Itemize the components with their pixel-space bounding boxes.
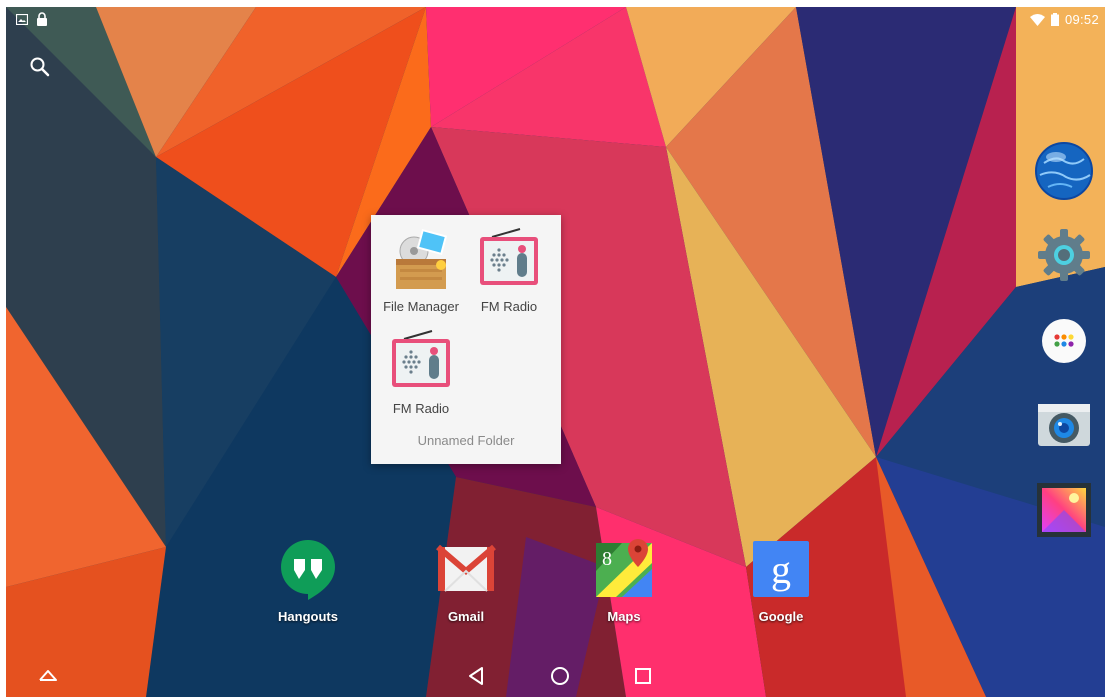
folder-popup: File Manager FM Radio FM Radio Unnamed F…: [371, 215, 561, 464]
folder-app-label: FM Radio: [480, 299, 538, 314]
home-icon: [551, 667, 569, 685]
folder-app-file-manager[interactable]: File Manager: [380, 227, 462, 314]
dock-app-label: Maps: [607, 609, 641, 624]
recents-icon: [635, 668, 651, 684]
nav-back-button[interactable]: [465, 665, 487, 687]
dock-app-hangouts[interactable]: Hangouts: [258, 537, 358, 624]
search-icon: [30, 57, 50, 77]
camera-icon: [1038, 404, 1090, 446]
rail-browser[interactable]: [1034, 141, 1094, 201]
home-screen: 09:52 File Manager FM Radio FM Radio Unn…: [6, 7, 1105, 697]
rail-settings[interactable]: [1034, 225, 1094, 285]
gmail-icon: [436, 544, 496, 592]
svg-text:g: g: [771, 547, 791, 592]
rail-camera[interactable]: [1034, 395, 1094, 455]
battery-icon: [1050, 13, 1059, 26]
dock-app-label: Gmail: [447, 609, 485, 624]
browser-globe-icon: [1035, 142, 1093, 200]
folder-name[interactable]: Unnamed Folder: [371, 433, 561, 448]
lock-icon: [37, 12, 47, 26]
file-manager-icon: [396, 228, 448, 289]
fm-radio-icon: [480, 228, 538, 285]
folder-app-label: FM Radio: [392, 401, 450, 416]
up-arrow-icon: [39, 670, 57, 681]
gallery-notification-icon: [16, 13, 28, 25]
svg-text:8: 8: [602, 548, 612, 570]
dock-app-label: Hangouts: [278, 609, 338, 624]
folder-app-fm-radio[interactable]: FM Radio: [380, 329, 462, 416]
folder-app-fm-radio[interactable]: FM Radio: [468, 227, 550, 314]
fm-radio-icon: [392, 330, 450, 387]
nav-home-button[interactable]: [549, 665, 571, 687]
maps-icon: 8: [596, 539, 652, 597]
hangouts-icon: [281, 540, 335, 600]
google-search-icon: g: [753, 541, 809, 597]
rail-all-apps[interactable]: [1034, 311, 1094, 371]
settings-gear-icon: [1038, 229, 1090, 281]
dock-app-maps[interactable]: 8 Maps: [574, 537, 674, 624]
status-time: 09:52: [1064, 12, 1099, 27]
dock-app-label: Google: [758, 609, 804, 624]
wifi-icon: [1029, 13, 1045, 26]
search-button[interactable]: [28, 55, 52, 79]
gallery-icon: [1037, 483, 1091, 537]
nav-up-button[interactable]: [36, 666, 60, 686]
dock-app-gmail[interactable]: Gmail: [416, 537, 516, 624]
rail-gallery[interactable]: [1034, 480, 1094, 540]
dock-app-google[interactable]: g Google: [731, 537, 831, 624]
folder-app-label: File Manager: [383, 299, 459, 314]
back-icon: [469, 667, 483, 685]
nav-recents-button[interactable]: [632, 665, 654, 687]
all-apps-icon: [1042, 319, 1086, 363]
